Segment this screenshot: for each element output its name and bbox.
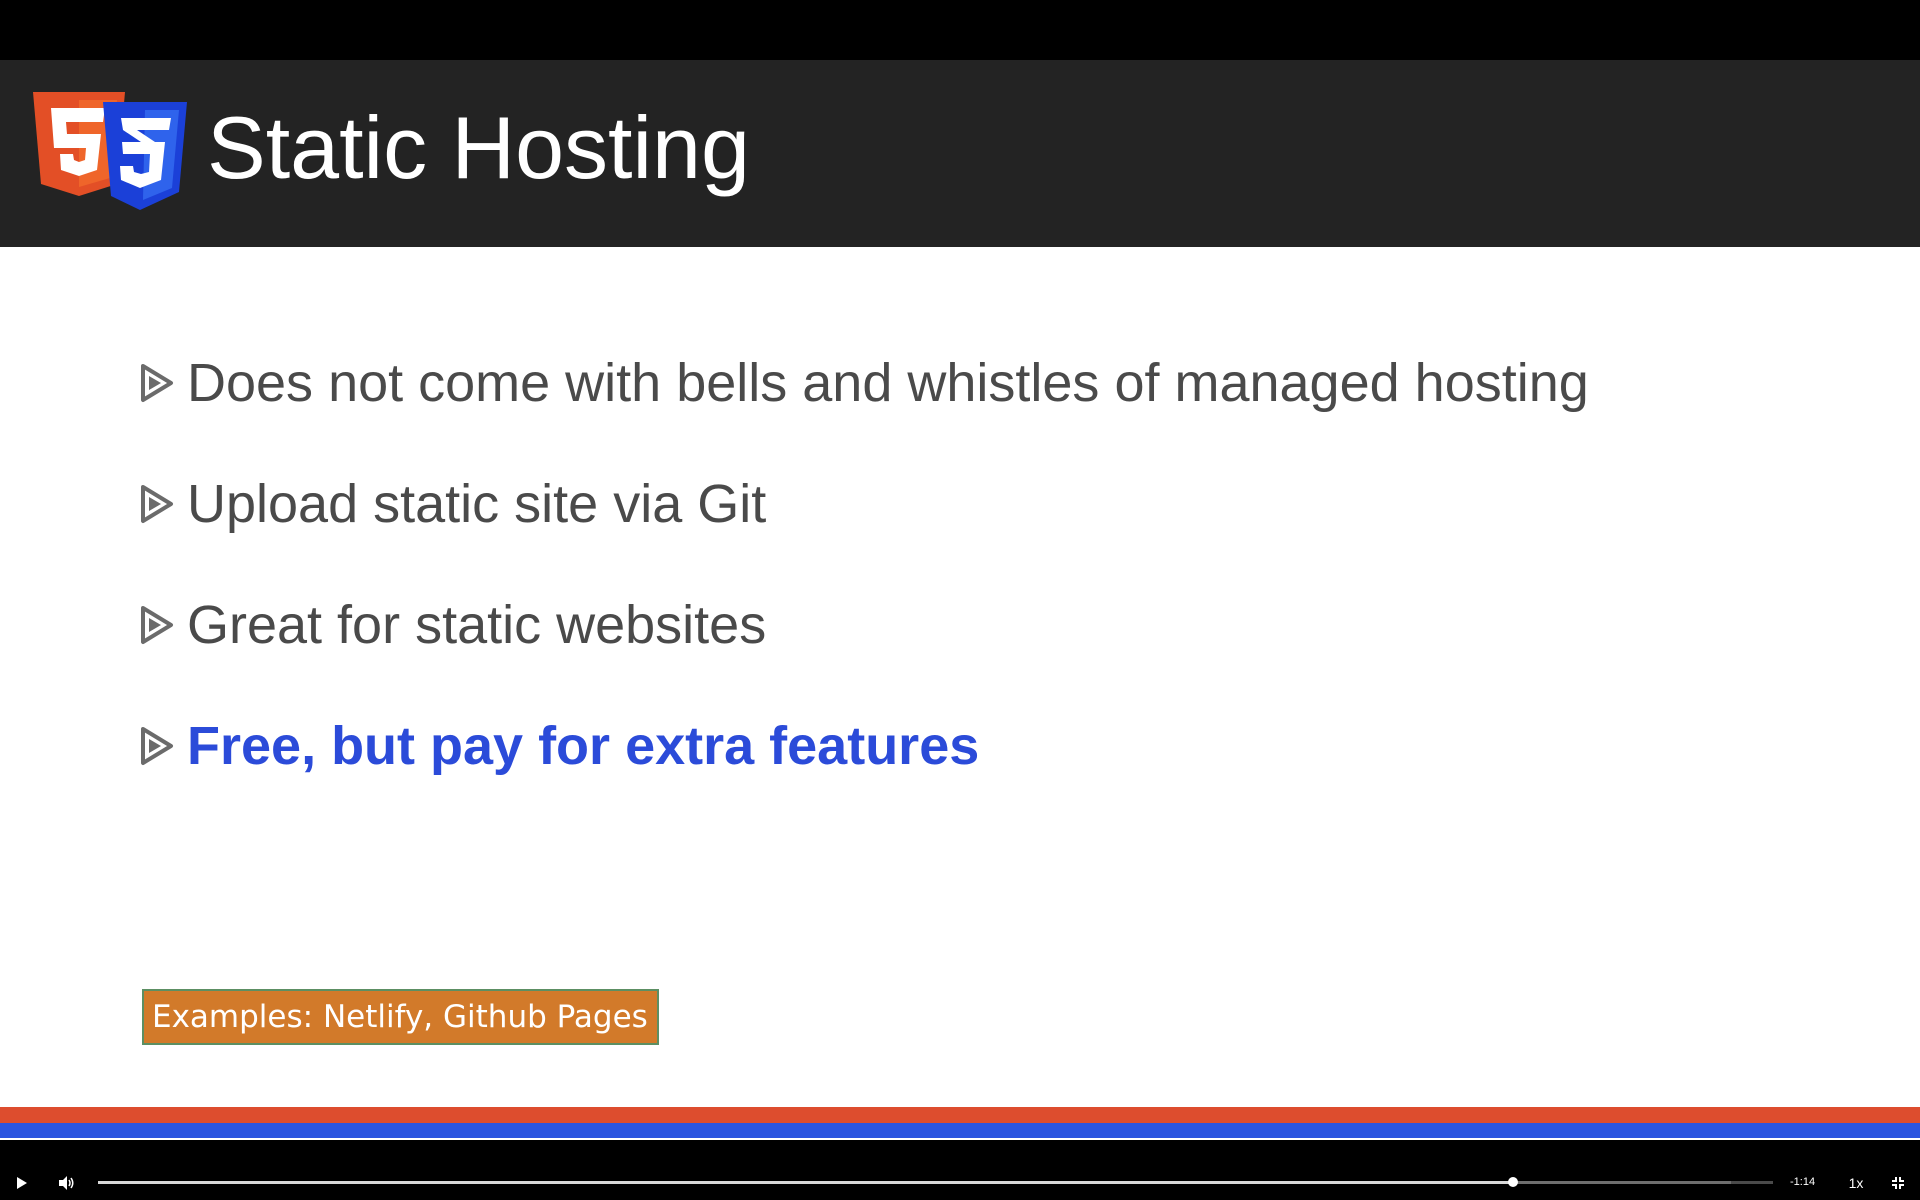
playback-speed-button[interactable]: 1x [1840,1165,1872,1200]
bullet-arrow-icon [141,605,173,644]
examples-text: Examples: Netlify, Github Pages [152,999,648,1035]
slide-title: Static Hosting [207,98,750,197]
exit-fullscreen-icon [1892,1176,1904,1189]
play-button[interactable] [8,1165,36,1200]
bullet-arrow-icon [141,363,173,402]
player-controls: -1:14 1x [0,1165,1920,1200]
examples-callout: Examples: Netlify, Github Pages [142,989,659,1045]
bullet-arrow-icon [141,484,173,523]
video-player: Static Hosting Does not come with bells … [0,0,1920,1200]
bullet-arrow-icon [141,726,173,765]
bullet-list: Does not come with bells and whistles of… [140,322,1589,806]
bullet-text: Does not come with bells and whistles of… [187,352,1589,413]
bullet-text: Free, but pay for extra features [187,715,980,776]
exit-fullscreen-button[interactable] [1884,1165,1912,1200]
bullet-text: Great for static websites [187,594,767,655]
progress-played [98,1181,1514,1184]
slide: Static Hosting Does not come with bells … [0,60,1920,1140]
progress-thumb[interactable] [1508,1177,1519,1187]
footer-stripe-blue [0,1123,1920,1138]
volume-button[interactable] [52,1165,82,1200]
footer-stripe-orange [0,1107,1920,1123]
play-icon [17,1176,27,1189]
bullet-text: Upload static site via Git [187,473,767,534]
volume-icon [59,1175,74,1190]
bullet-item: Great for static websites [140,564,1589,685]
bullet-item: Does not come with bells and whistles of… [140,322,1589,443]
bullet-item: Upload static site via Git [140,443,1589,564]
progress-bar[interactable] [98,1177,1773,1187]
slide-header: Static Hosting [0,60,1920,247]
bullet-item: Free, but pay for extra features [140,685,1589,806]
html5-css3-logo-icon [33,92,187,210]
time-remaining: -1:14 [1790,1176,1816,1188]
